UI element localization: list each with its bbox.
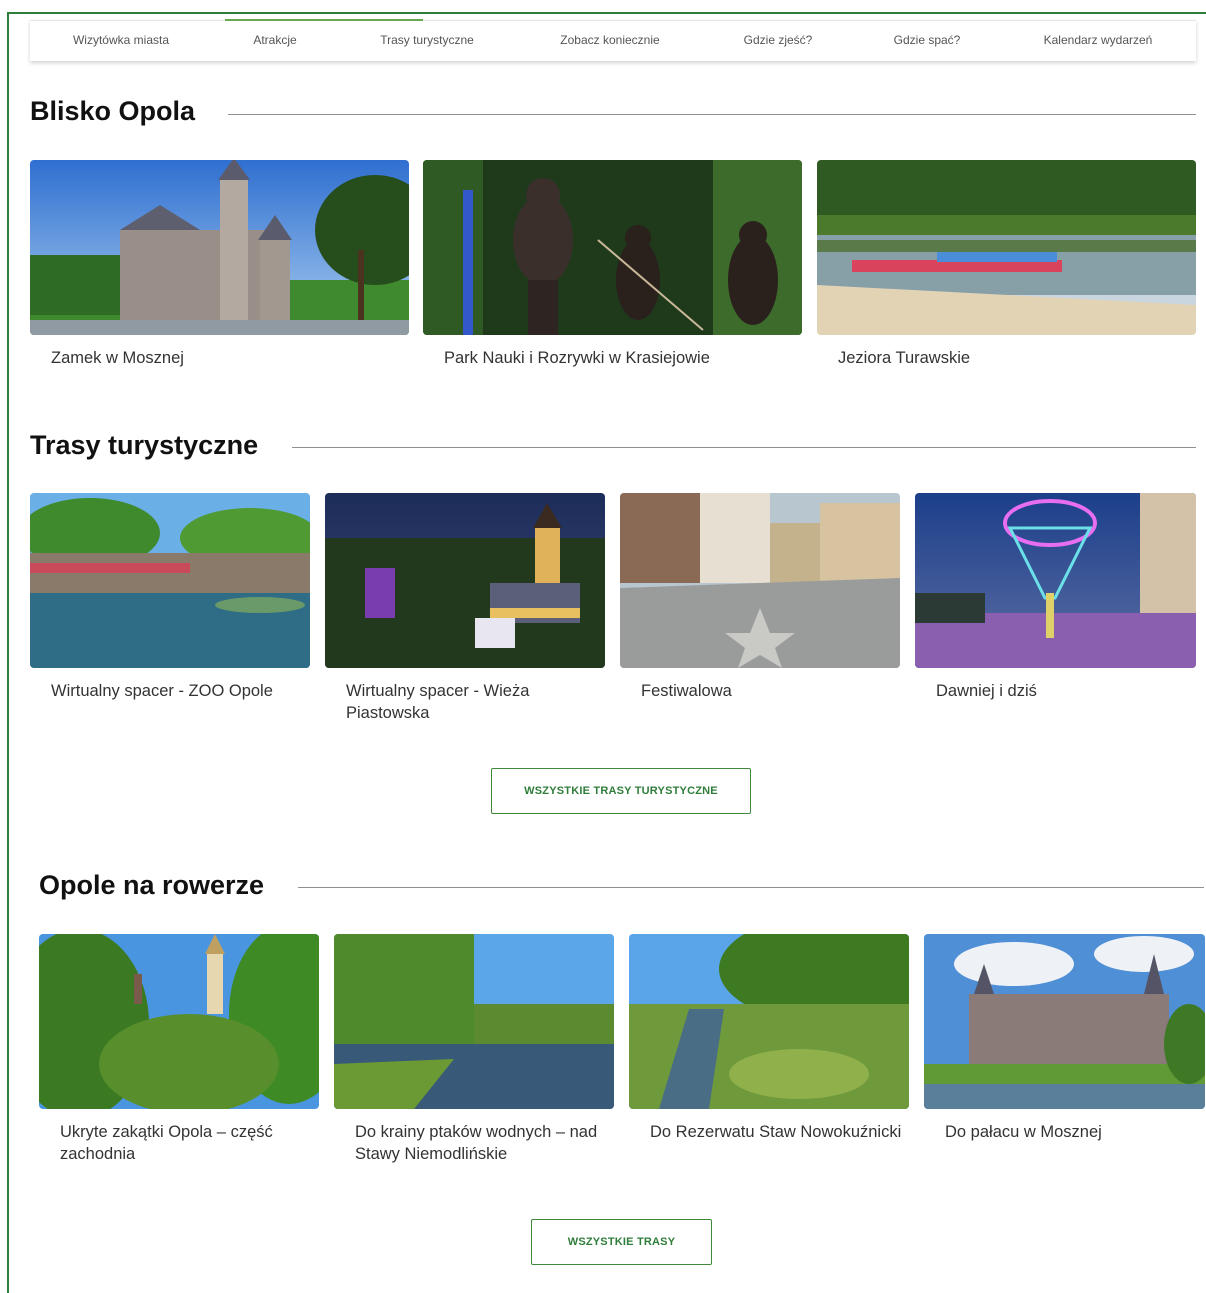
nav-item-kalendarz[interactable]: Kalendarz wydarzeń	[1044, 33, 1153, 47]
section-title-blisko: Blisko Opola	[30, 96, 196, 126]
card-caption[interactable]: Do pałacu w Mosznej	[945, 1121, 1205, 1143]
nav-item-gdzie-zjesc[interactable]: Gdzie zjeść?	[744, 33, 813, 47]
card-image-dinosaur-park[interactable]	[423, 160, 802, 335]
card-image-zoo[interactable]	[30, 493, 310, 668]
card-caption[interactable]: Do krainy ptaków wodnych – nad Stawy Nie…	[355, 1121, 614, 1165]
card-palac-moszna[interactable]: Do pałacu w Mosznej	[924, 934, 1205, 1143]
section-divider	[298, 887, 1204, 888]
section-title-trasy: Trasy turystyczne	[30, 430, 259, 460]
card-image-lake[interactable]	[817, 160, 1196, 335]
card-image-castle[interactable]	[30, 160, 409, 335]
section-divider	[292, 447, 1196, 448]
card-stawy-niemodlinskie[interactable]: Do krainy ptaków wodnych – nad Stawy Nie…	[334, 934, 614, 1165]
frame-left-border	[7, 12, 9, 1293]
section-divider	[228, 114, 1196, 115]
card-jeziora-turawskie[interactable]: Jeziora Turawskie	[817, 160, 1196, 369]
card-image-palace[interactable]	[924, 934, 1205, 1109]
nav-item-zobacz[interactable]: Zobacz koniecznie	[560, 33, 659, 47]
card-caption[interactable]: Ukryte zakątki Opola – część zachodnia	[60, 1121, 319, 1165]
card-caption[interactable]: Wirtualny spacer - ZOO Opole	[51, 680, 310, 702]
nav-item-gdzie-spac[interactable]: Gdzie spać?	[894, 33, 961, 47]
card-image-light-sculpture[interactable]	[915, 493, 1196, 668]
card-caption[interactable]: Dawniej i dziś	[936, 680, 1196, 702]
card-staw-nowokuznicki[interactable]: Do Rezerwatu Staw Nowokuźnicki	[629, 934, 909, 1143]
city-nav-bar: Wizytówka miasta Atrakcje Trasy turystyc…	[30, 19, 1196, 61]
card-caption[interactable]: Jeziora Turawskie	[838, 347, 1196, 369]
nav-active-indicator	[225, 19, 423, 21]
card-ukryte-zakatki[interactable]: Ukryte zakątki Opola – część zachodnia	[39, 934, 319, 1165]
card-zoo-opole[interactable]: Wirtualny spacer - ZOO Opole	[30, 493, 310, 702]
nav-item-wizytowka[interactable]: Wizytówka miasta	[73, 33, 169, 47]
card-caption[interactable]: Zamek w Mosznej	[51, 347, 409, 369]
card-caption[interactable]: Festiwalowa	[641, 680, 900, 702]
card-dawniej-i-dzis[interactable]: Dawniej i dziś	[915, 493, 1196, 702]
frame-top-border	[8, 12, 1206, 14]
card-zamek-moszna[interactable]: Zamek w Mosznej	[30, 160, 409, 369]
card-image-ponds[interactable]	[334, 934, 614, 1109]
card-caption[interactable]: Wirtualny spacer - Wieża Piastowska	[346, 680, 605, 724]
all-tourist-routes-button[interactable]: WSZYSTKIE TRASY TURYSTYCZNE	[491, 768, 751, 814]
card-image-reserve[interactable]	[629, 934, 909, 1109]
card-festiwalowa[interactable]: Festiwalowa	[620, 493, 900, 702]
card-caption[interactable]: Do Rezerwatu Staw Nowokuźnicki	[650, 1121, 909, 1143]
card-wieza-piastowska[interactable]: Wirtualny spacer - Wieża Piastowska	[325, 493, 605, 724]
all-routes-button[interactable]: WSZYSTKIE TRASY	[531, 1219, 712, 1265]
card-image-square[interactable]	[620, 493, 900, 668]
card-caption[interactable]: Park Nauki i Rozrywki w Krasiejowie	[444, 347, 802, 369]
nav-item-atrakcje[interactable]: Atrakcje	[253, 33, 296, 47]
nav-item-trasy[interactable]: Trasy turystyczne	[380, 33, 474, 47]
section-title-rower: Opole na rowerze	[39, 870, 265, 900]
card-image-park-tower[interactable]	[39, 934, 319, 1109]
card-image-tower-night[interactable]	[325, 493, 605, 668]
card-park-krasiejow[interactable]: Park Nauki i Rozrywki w Krasiejowie	[423, 160, 802, 369]
